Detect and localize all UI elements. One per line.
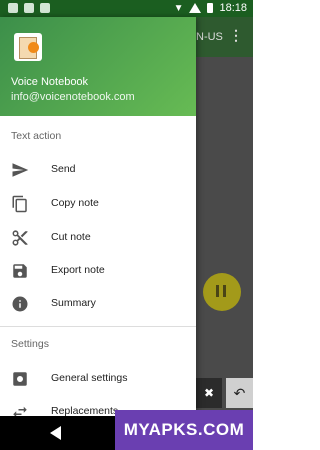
- drawer-item-label: General settings: [51, 372, 128, 384]
- wifi-icon: ▼: [173, 2, 184, 14]
- drawer-item-label: Export note: [51, 264, 105, 276]
- info-icon: [12, 296, 28, 312]
- undo-button[interactable]: ↶: [226, 378, 253, 408]
- app-email: info@voicenotebook.com: [11, 91, 135, 103]
- drawer-item-general-settings[interactable]: General settings: [0, 362, 196, 395]
- drawer-item-label: Replacements: [51, 405, 119, 416]
- battery-icon: [207, 3, 214, 13]
- scissors-icon: [12, 230, 28, 246]
- drawer-item-export-note[interactable]: Export note: [0, 254, 196, 287]
- android-icon: [40, 3, 50, 13]
- status-time: 18:18: [219, 2, 247, 14]
- drawer-divider: [0, 326, 196, 327]
- send-icon: [12, 163, 29, 177]
- drawer-item-send[interactable]: Send: [0, 153, 196, 186]
- language-label: N-US: [196, 31, 223, 43]
- app-logo: [14, 33, 42, 61]
- overflow-menu-icon[interactable]: ⋮: [229, 27, 243, 44]
- drawer-item-label: Send: [51, 163, 76, 175]
- drawer-item-label: Copy note: [51, 197, 99, 209]
- swap-icon: [13, 406, 27, 416]
- clear-button[interactable]: ✖: [196, 378, 222, 408]
- drawer-item-summary[interactable]: Summary: [0, 287, 196, 320]
- app-name: Voice Notebook: [11, 76, 89, 88]
- drawer-item-cut-note[interactable]: Cut note: [0, 221, 196, 254]
- settings-icon: [13, 372, 27, 386]
- pause-icon: [216, 285, 219, 297]
- status-bar: ▼ 18:18: [0, 0, 253, 17]
- back-icon[interactable]: [50, 426, 61, 440]
- pause-button[interactable]: [203, 273, 241, 311]
- navigation-drawer: Voice Notebook info@voicenotebook.com Te…: [0, 17, 196, 416]
- copy-icon: [12, 195, 27, 213]
- drawer-header: Voice Notebook info@voicenotebook.com: [0, 17, 196, 116]
- drawer-item-label: Summary: [51, 297, 96, 309]
- save-icon: [13, 264, 27, 278]
- signal-icon: [189, 3, 202, 13]
- section-title-settings: Settings: [11, 338, 49, 350]
- drawer-item-label: Cut note: [51, 231, 91, 243]
- notification-icon: [8, 3, 18, 13]
- background-toolbar: N-US ⋮: [196, 17, 253, 57]
- drawer-item-copy-note[interactable]: Copy note: [0, 187, 196, 220]
- message-icon: [24, 3, 34, 13]
- section-title-text-action: Text action: [11, 130, 62, 142]
- mic-icon: [28, 42, 39, 53]
- watermark: MYAPKS.COM: [115, 410, 253, 450]
